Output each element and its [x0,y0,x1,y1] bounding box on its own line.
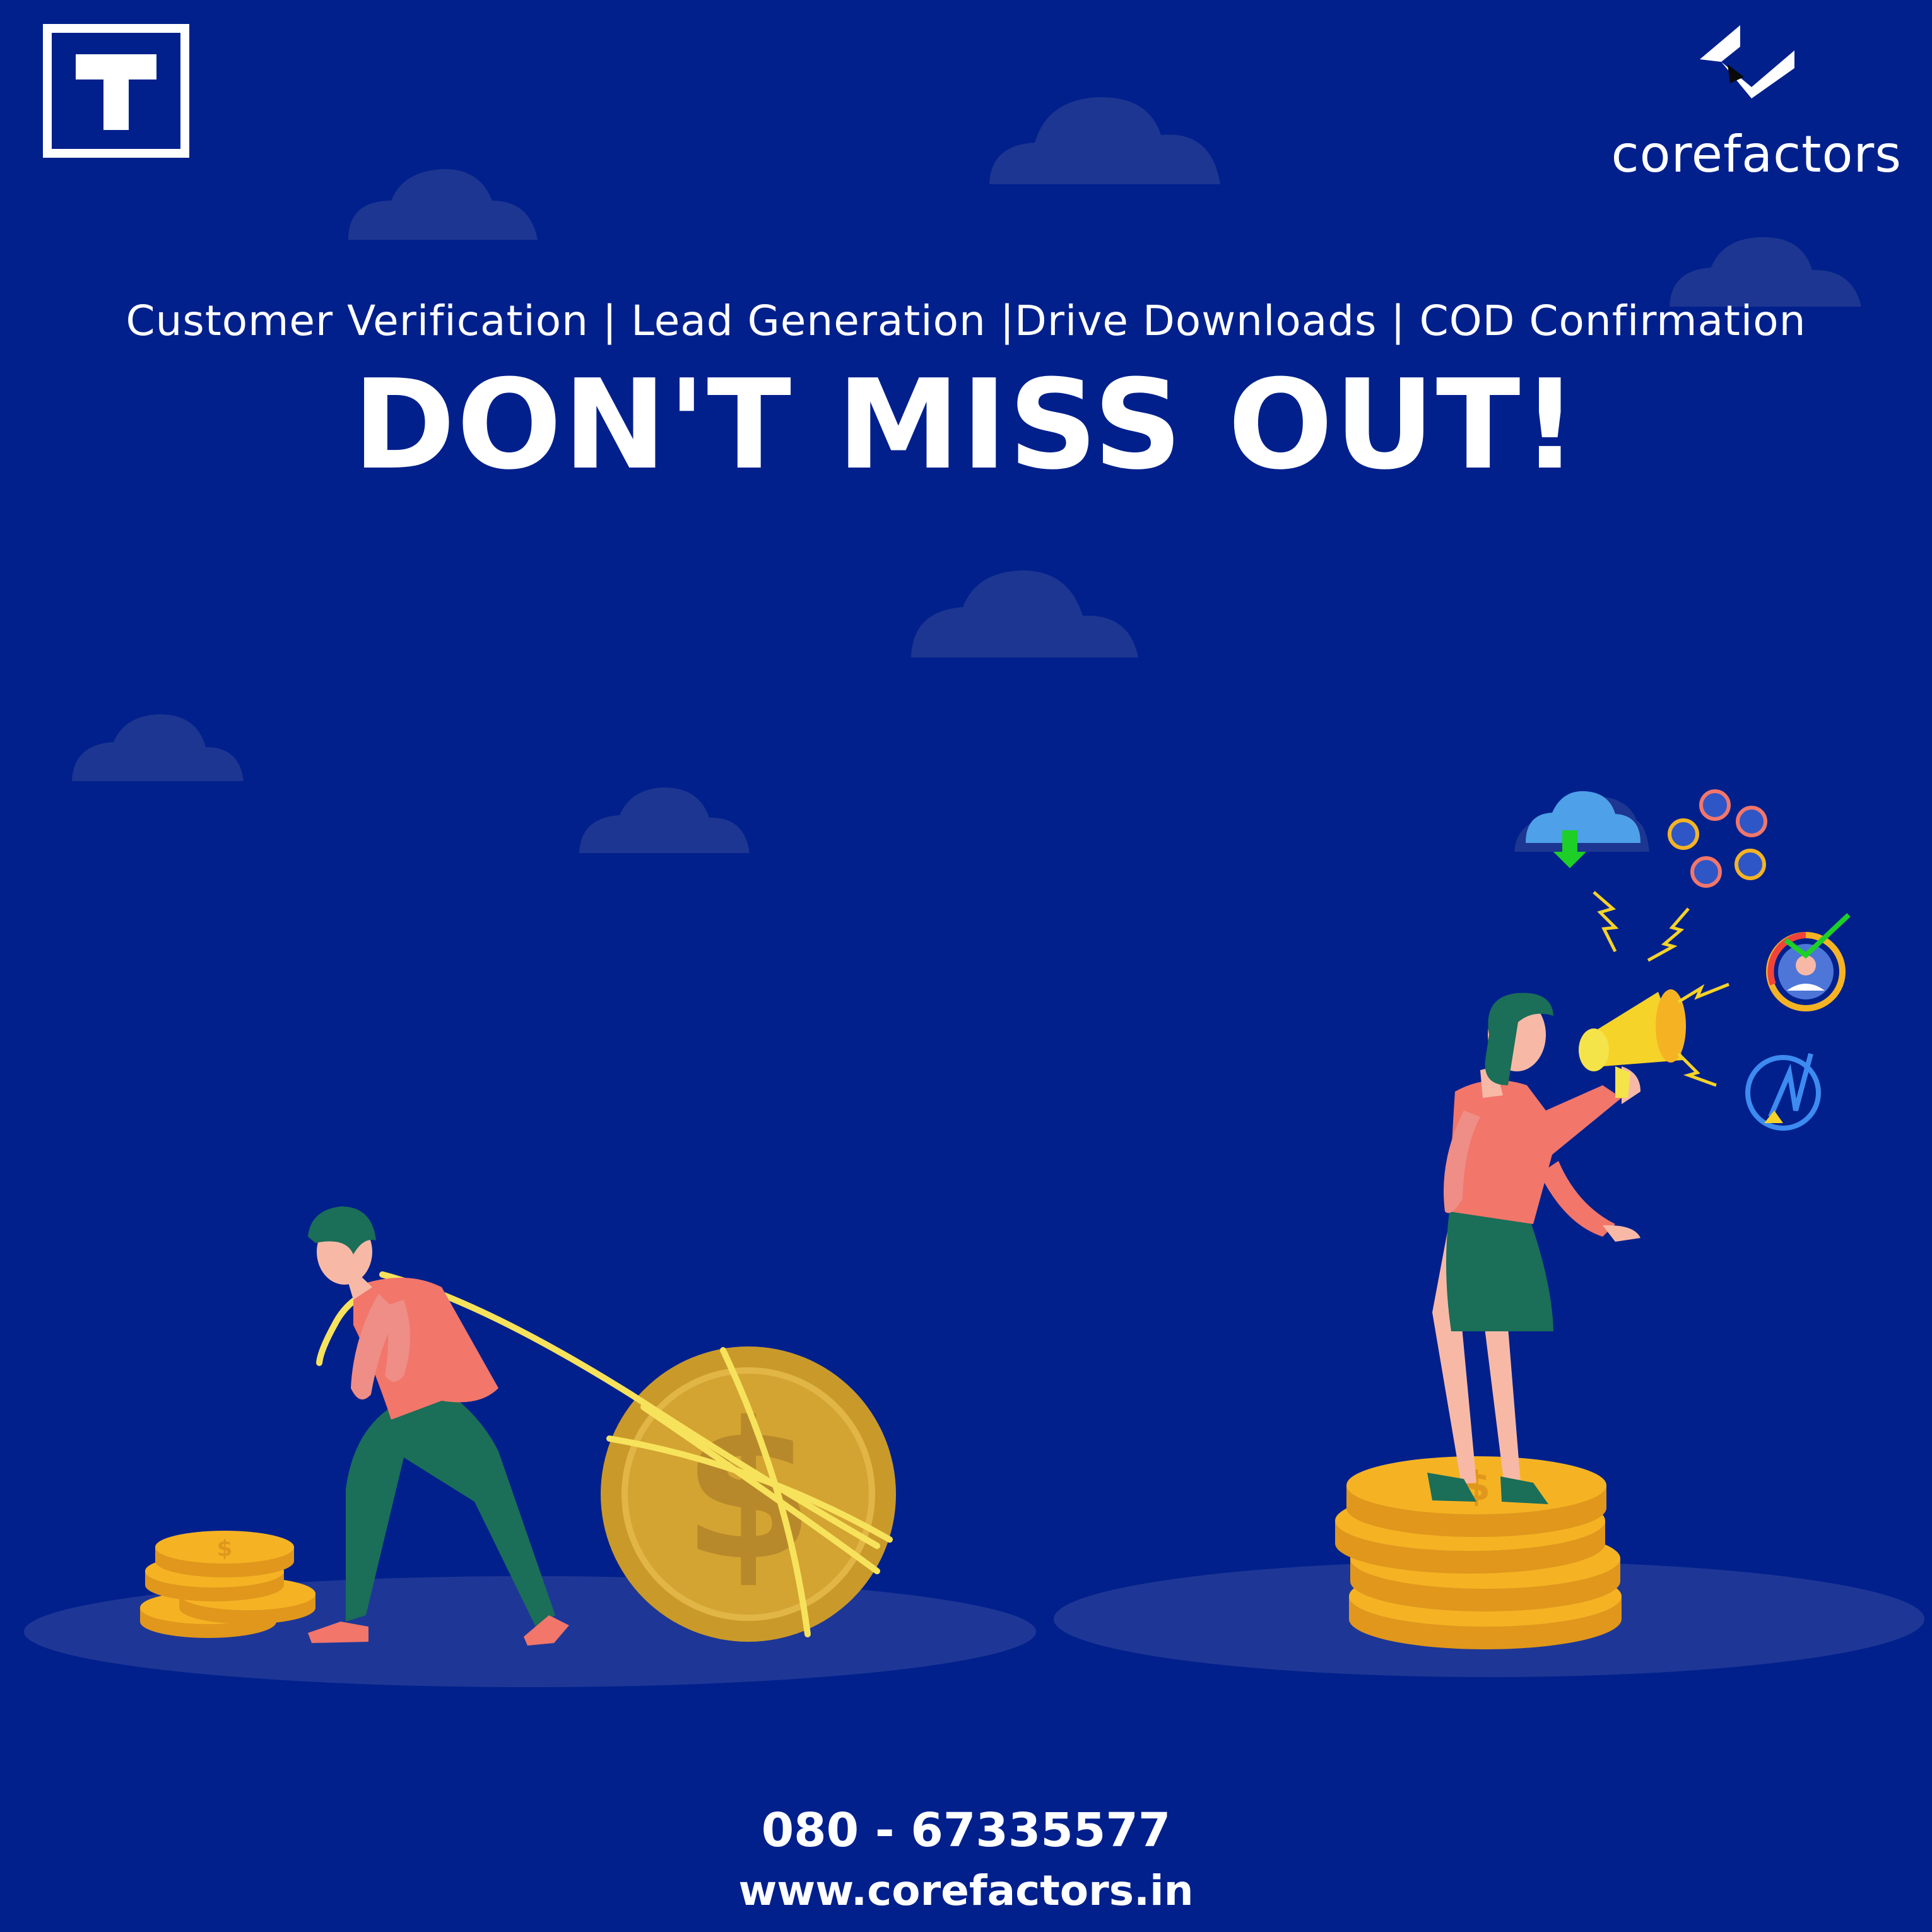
user-check-icon [1766,913,1851,1011]
services-tagline: Customer Verification | Lead Generation … [126,297,1806,345]
growth-chart-icon [1745,1052,1821,1131]
phone-number[interactable]: 080 - 67335577 [0,1803,1932,1858]
cloud-download-icon [1526,791,1640,868]
corefactors-brand: corefactors [1599,14,1902,184]
people-network-icon [1668,789,1767,888]
woman-megaphone-illustration: $ [1335,789,1851,1649]
t-letter-icon [76,54,156,130]
corefactors-chevron-logo [1700,25,1794,98]
website-link[interactable]: www.corefactors.in [0,1866,1932,1915]
woman-figure [1427,993,1640,1504]
brand-name: corefactors [1611,125,1902,184]
headline: DON'T MISS OUT! [353,353,1579,497]
poster: $ $ $ corefactors Customer Verification … [0,0,1932,1932]
t-letter-logo [43,24,189,158]
